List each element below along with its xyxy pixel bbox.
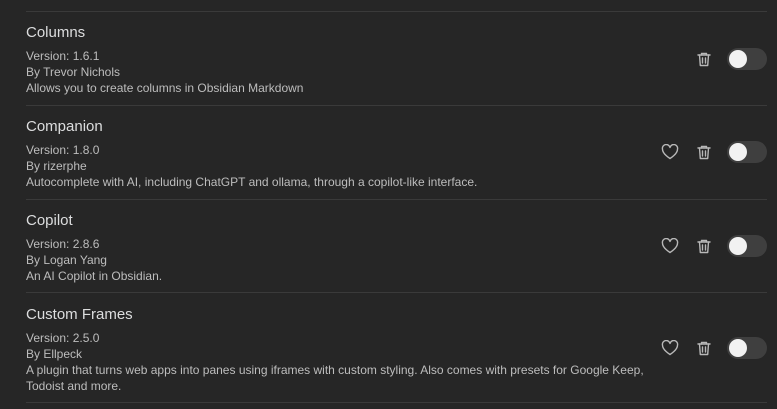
enable-toggle[interactable] — [727, 48, 767, 70]
plugin-name: Custom Frames — [26, 306, 133, 323]
toggle-knob — [729, 50, 747, 68]
trash-icon[interactable] — [693, 141, 715, 163]
enable-toggle[interactable] — [727, 141, 767, 163]
plugin-info: Columns Version: 1.6.1 By Trevor Nichols… — [26, 24, 646, 96]
plugin-version: Version: 1.6.1 — [26, 49, 100, 63]
enable-toggle[interactable] — [727, 337, 767, 359]
plugin-version: Version: 2.5.0 — [26, 331, 100, 345]
enable-toggle[interactable] — [727, 235, 767, 257]
trash-icon[interactable] — [693, 235, 715, 257]
plugin-info: Copilot Version: 2.8.6 By Logan Yang An … — [26, 212, 646, 284]
plugin-version: Version: 1.8.0 — [26, 143, 100, 157]
plugin-info: Custom Frames Version: 2.5.0 By Ellpeck … — [26, 306, 646, 394]
plugin-version: Version: 2.8.6 — [26, 237, 100, 251]
plugin-item-copilot: Copilot Version: 2.8.6 By Logan Yang An … — [26, 200, 767, 293]
plugin-controls — [659, 235, 767, 257]
heart-icon[interactable] — [659, 141, 681, 163]
heart-icon[interactable] — [659, 235, 681, 257]
plugin-description: Autocomplete with AI, including ChatGPT … — [26, 175, 478, 189]
plugin-list: Columns Version: 1.6.1 By Trevor Nichols… — [0, 0, 777, 409]
plugin-item-custom-frames: Custom Frames Version: 2.5.0 By Ellpeck … — [26, 293, 767, 403]
plugin-item-companion: Companion Version: 1.8.0 By rizerphe Aut… — [26, 106, 767, 200]
plugin-description: A plugin that turns web apps into panes … — [26, 363, 644, 393]
plugin-name: Copilot — [26, 212, 73, 229]
plugin-name: Columns — [26, 24, 86, 41]
plugin-item-columns: Columns Version: 1.6.1 By Trevor Nichols… — [26, 12, 767, 106]
plugin-controls — [693, 48, 767, 70]
plugin-name: Companion — [26, 118, 103, 135]
trash-icon[interactable] — [693, 337, 715, 359]
plugin-controls — [659, 141, 767, 163]
trash-icon[interactable] — [693, 48, 715, 70]
plugin-author: By rizerphe — [26, 159, 87, 173]
heart-icon[interactable] — [659, 337, 681, 359]
plugin-author: By Ellpeck — [26, 347, 83, 361]
plugin-author: By Trevor Nichols — [26, 65, 121, 79]
plugin-description: Allows you to create columns in Obsidian… — [26, 81, 304, 95]
toggle-knob — [729, 237, 747, 255]
toggle-knob — [729, 339, 747, 357]
toggle-knob — [729, 143, 747, 161]
plugin-author: By Logan Yang — [26, 253, 107, 267]
plugin-controls — [659, 337, 767, 359]
plugin-description: An AI Copilot in Obsidian. — [26, 269, 163, 283]
plugin-info: Companion Version: 1.8.0 By rizerphe Aut… — [26, 118, 646, 190]
